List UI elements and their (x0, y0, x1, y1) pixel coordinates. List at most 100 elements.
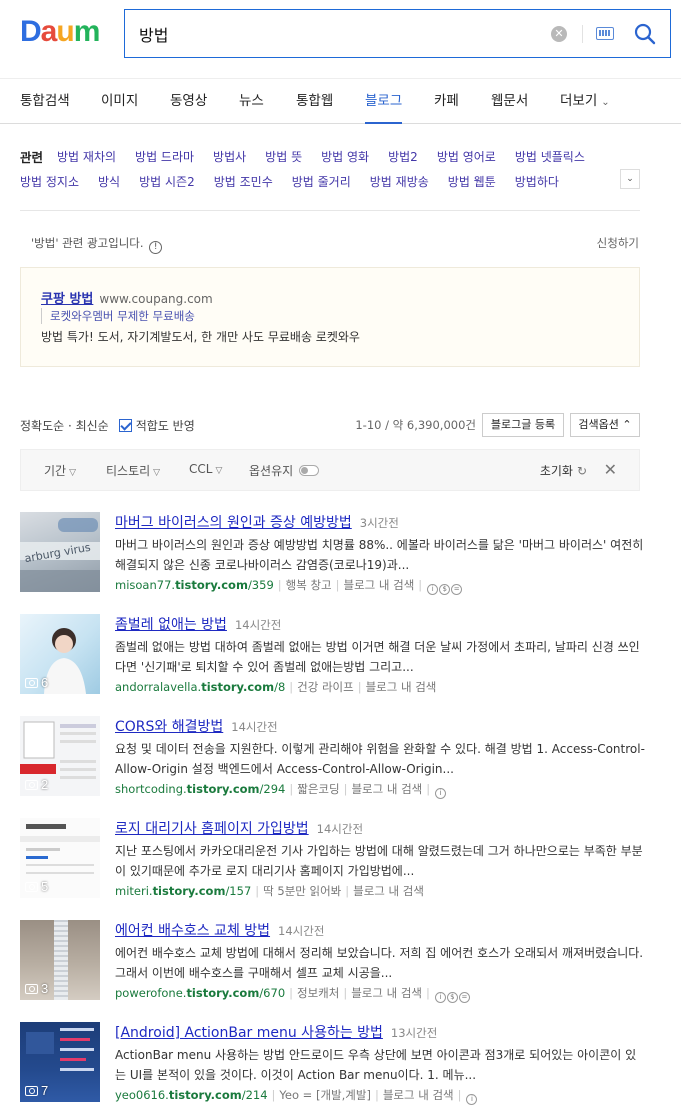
result-domain[interactable]: shortcoding.tistory.com/294 (115, 782, 285, 796)
divider: | (289, 680, 294, 694)
related-link[interactable]: 방법 웹툰 (448, 173, 496, 190)
result-item: 5 로지 대리기사 홈페이지 가입방법 14시간전 지난 포스팅에서 카카오대리운… (20, 818, 650, 908)
related-link[interactable]: 방법사 (213, 148, 246, 165)
result-thumbnail[interactable]: 7 (20, 1022, 100, 1102)
result-domain[interactable]: miteri.tistory.com/157 (115, 884, 251, 898)
divider: | (277, 578, 282, 592)
result-title-link[interactable]: CORS와 해결방법 (115, 719, 223, 735)
sort-order[interactable]: 정확도순 · 최신순 (20, 417, 109, 434)
related-link[interactable]: 방법 조민수 (214, 173, 273, 190)
result-domain[interactable]: misoan77.tistory.com/359 (115, 578, 274, 592)
result-thumbnail[interactable]: 5 (20, 818, 100, 898)
ad-description: 방법 특가! 도서, 자기계발도서, 한 개만 사도 무료배송 로켓와우 (41, 330, 360, 344)
result-title-link[interactable]: 좀벌레 없애는 방법 (115, 617, 227, 633)
domain-bold: tistory.com (152, 884, 226, 898)
related-link[interactable]: 방법 재방송 (370, 173, 429, 190)
in-blog-search[interactable]: 블로그 내 검색 (366, 680, 437, 694)
cc-icon: i (434, 992, 446, 1003)
reset-button[interactable]: 초기화 ↻ (540, 462, 587, 479)
related-link[interactable]: 방법하다 (515, 173, 559, 190)
domain-prefix: powerofone. (115, 986, 187, 1000)
blog-name[interactable]: Yeo = [개발,계발] (279, 1088, 371, 1102)
ad-subtitle[interactable]: 로켓와우멤버 무제한 무료배송 (41, 308, 195, 324)
tab-images[interactable]: 이미지 (101, 79, 138, 124)
result-thumbnail[interactable]: 6 (20, 614, 100, 694)
related-link[interactable]: 방식 (98, 173, 120, 190)
photo-count: 6 (25, 675, 48, 690)
camera-icon (25, 780, 38, 790)
tab-all[interactable]: 통합검색 (20, 79, 70, 124)
daum-logo[interactable]: D a u m (20, 15, 101, 48)
ad-title-link[interactable]: 쿠팡 방법 (41, 292, 93, 307)
in-blog-search[interactable]: 블로그 내 검색 (383, 1088, 454, 1102)
relevance-checkbox[interactable] (118, 419, 132, 432)
cc-nc-icon: $ (439, 584, 451, 595)
result-domain[interactable]: yeo0616.tistory.com/214 (115, 1088, 268, 1102)
keep-options-toggle[interactable] (299, 465, 320, 476)
result-time: 3시간전 (359, 516, 399, 530)
info-icon[interactable]: ! (149, 241, 163, 254)
tab-web[interactable]: 통합웹 (296, 79, 333, 124)
blog-name[interactable]: 정보캐처 (297, 986, 339, 1000)
result-domain[interactable]: andorralavella.tistory.com/8 (115, 680, 285, 694)
in-blog-search[interactable]: 블로그 내 검색 (353, 884, 424, 898)
divider: | (345, 884, 350, 898)
tab-webdocs[interactable]: 웹문서 (491, 79, 528, 124)
tab-cafe[interactable]: 카페 (434, 79, 459, 124)
register-blog-button[interactable]: 블로그글 등록 (482, 413, 564, 437)
photo-count: 2 (25, 777, 48, 792)
filter-period[interactable]: 기간 ▽ (44, 462, 76, 479)
result-thumbnail[interactable]: 2 (20, 716, 100, 796)
blog-name[interactable]: 딱 5분만 읽어봐 (263, 884, 341, 898)
related-link[interactable]: 방법 줄거리 (292, 173, 351, 190)
result-time: 14시간전 (278, 924, 325, 938)
tab-videos[interactable]: 동영상 (170, 79, 207, 124)
tab-more[interactable]: 더보기 ⌄ (560, 79, 610, 124)
relevance-label[interactable]: 적합도 반영 (136, 417, 195, 434)
result-thumbnail[interactable]: 3 (20, 920, 100, 1000)
related-link[interactable]: 방법 시즌2 (139, 173, 195, 190)
search-options-button[interactable]: 검색옵션 ⌃ (570, 413, 640, 437)
in-blog-search[interactable]: 블로그 내 검색 (351, 986, 422, 1000)
related-link[interactable]: 방법 정지소 (20, 173, 79, 190)
result-meta: andorralavella.tistory.com/8 | 건강 라이프 | 블로그 … (115, 679, 436, 695)
domain-bold: tistory.com (186, 782, 260, 796)
photo-count: 3 (25, 981, 48, 996)
expand-related-button[interactable]: ⌄ (620, 169, 640, 189)
logo-letter-m: m (73, 15, 101, 48)
filter-tistory[interactable]: 티스토리 ▽ (106, 462, 160, 479)
result-thumbnail[interactable]: arburg virus (20, 512, 100, 592)
blog-name[interactable]: 행복 창고 (286, 578, 332, 592)
search-input[interactable] (139, 20, 539, 48)
result-domain[interactable]: powerofone.tistory.com/670 (115, 986, 285, 1000)
result-title-link[interactable]: 로지 대리기사 홈페이지 가입방법 (115, 821, 309, 837)
search-button[interactable] (633, 22, 657, 46)
tab-blog[interactable]: 블로그 (365, 79, 403, 124)
result-title-link[interactable]: 에어컨 배수호스 교체 방법 (115, 923, 270, 939)
related-link[interactable]: 방법 뜻 (265, 148, 302, 165)
clear-search-icon[interactable]: ✕ (551, 26, 567, 42)
domain-path: /8 (274, 680, 286, 694)
related-link[interactable]: 방법2 (388, 148, 418, 165)
ad-apply-link[interactable]: 신청하기 (597, 235, 639, 251)
related-link[interactable]: 방법 넷플릭스 (515, 148, 585, 165)
related-link[interactable]: 방법 드라마 (135, 148, 194, 165)
blog-name[interactable]: 짧은코딩 (297, 782, 339, 796)
result-title-link[interactable]: 마버그 바이러스의 원인과 증상 예방방법 (115, 515, 352, 531)
in-blog-search[interactable]: 블로그 내 검색 (351, 782, 422, 796)
keyboard-icon[interactable] (596, 27, 614, 40)
chevron-down-icon: ▽ (69, 468, 77, 478)
filter-keep-options[interactable]: 옵션유지 (249, 462, 320, 479)
related-link[interactable]: 방법 영어로 (437, 148, 496, 165)
ad-notice: '방법' 관련 광고입니다. ! (31, 235, 163, 254)
in-blog-search[interactable]: 블로그 내 검색 (344, 578, 415, 592)
close-filter-icon[interactable]: ✕ (604, 460, 617, 479)
blog-name[interactable]: 건강 라이프 (297, 680, 354, 694)
result-title-link[interactable]: [Android] ActionBar menu 사용하는 방법 (115, 1025, 383, 1041)
related-link[interactable]: 방법 영화 (321, 148, 369, 165)
filter-ccl[interactable]: CCL ▽ (189, 462, 222, 476)
search-icon (634, 23, 656, 45)
tab-news[interactable]: 뉴스 (239, 79, 264, 124)
filter-ccl-label: CCL (189, 462, 213, 476)
related-link[interactable]: 방법 재차의 (57, 148, 116, 165)
